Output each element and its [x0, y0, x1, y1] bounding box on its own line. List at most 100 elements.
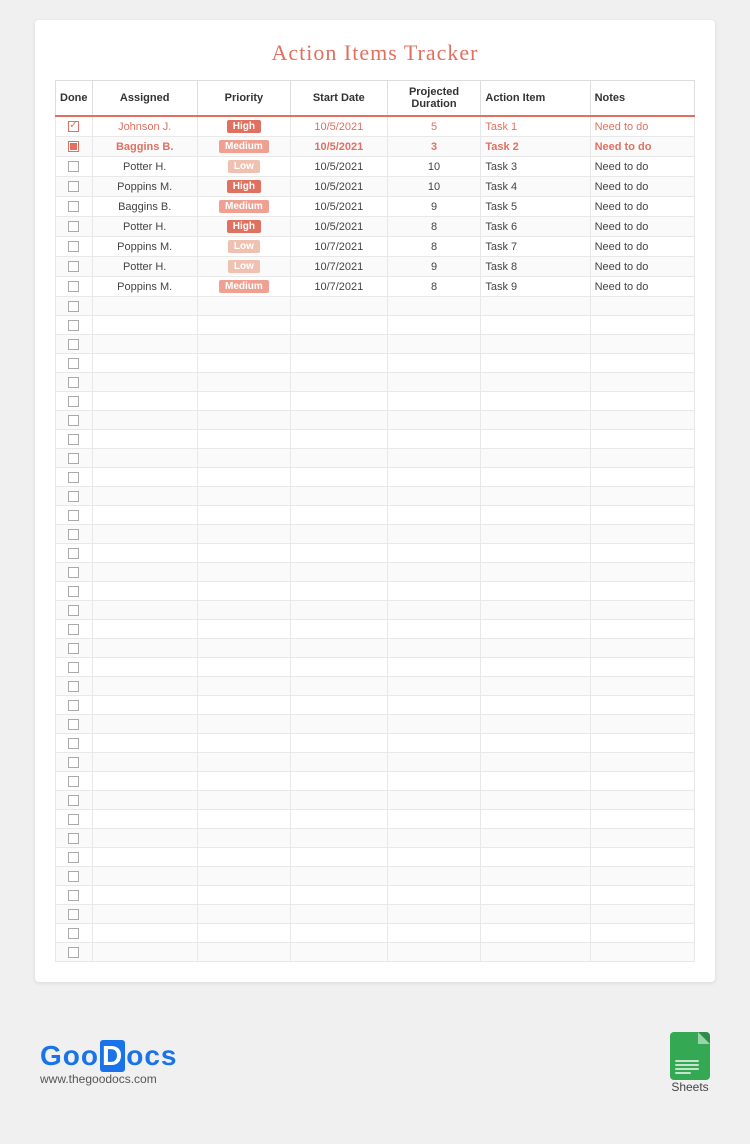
done-cell-empty[interactable] — [56, 468, 93, 487]
done-cell-empty[interactable] — [56, 943, 93, 962]
checkbox-empty[interactable] — [68, 738, 79, 749]
checkbox-empty[interactable] — [68, 776, 79, 787]
checkbox-checked-red[interactable] — [68, 141, 79, 152]
action-items-table: Done Assigned Priority Start Date Projec… — [55, 80, 695, 962]
checkbox-empty[interactable] — [68, 201, 79, 212]
checkbox-empty[interactable] — [68, 624, 79, 635]
checkbox-empty[interactable] — [68, 947, 79, 958]
checkbox-empty[interactable] — [68, 320, 79, 331]
checkbox-empty[interactable] — [68, 221, 79, 232]
done-cell-empty[interactable] — [56, 620, 93, 639]
checkbox-empty[interactable] — [68, 396, 79, 407]
done-cell-empty[interactable] — [56, 544, 93, 563]
done-cell-empty[interactable] — [56, 696, 93, 715]
done-cell-empty[interactable] — [56, 430, 93, 449]
checkbox-empty[interactable] — [68, 814, 79, 825]
checkbox-empty[interactable] — [68, 890, 79, 901]
done-cell-empty[interactable] — [56, 601, 93, 620]
checkbox-empty[interactable] — [68, 241, 79, 252]
done-cell[interactable] — [56, 157, 93, 177]
checkbox-empty[interactable] — [68, 281, 79, 292]
done-cell-empty[interactable] — [56, 316, 93, 335]
done-cell-empty[interactable] — [56, 886, 93, 905]
checkbox-empty[interactable] — [68, 795, 79, 806]
priority-cell-empty — [197, 335, 290, 354]
done-cell-empty[interactable] — [56, 924, 93, 943]
checkbox-empty[interactable] — [68, 377, 79, 388]
done-cell[interactable] — [56, 217, 93, 237]
checkbox-empty[interactable] — [68, 358, 79, 369]
done-cell-empty[interactable] — [56, 487, 93, 506]
done-cell-empty[interactable] — [56, 905, 93, 924]
checkbox-empty[interactable] — [68, 301, 79, 312]
done-cell-empty[interactable] — [56, 449, 93, 468]
done-cell[interactable] — [56, 277, 93, 297]
checkbox-empty[interactable] — [68, 434, 79, 445]
done-cell-empty[interactable] — [56, 525, 93, 544]
duration-cell: 8 — [387, 237, 481, 257]
checkbox-empty[interactable] — [68, 871, 79, 882]
done-cell-empty[interactable] — [56, 506, 93, 525]
checkbox-empty[interactable] — [68, 833, 79, 844]
done-cell-empty[interactable] — [56, 392, 93, 411]
checkbox-checked[interactable] — [68, 121, 79, 132]
checkbox-empty[interactable] — [68, 586, 79, 597]
done-cell-empty[interactable] — [56, 563, 93, 582]
done-cell-empty[interactable] — [56, 297, 93, 316]
checkbox-empty[interactable] — [68, 181, 79, 192]
done-cell-empty[interactable] — [56, 829, 93, 848]
checkbox-empty[interactable] — [68, 567, 79, 578]
assigned-cell-empty — [92, 487, 197, 506]
sheets-lines — [675, 1060, 699, 1074]
done-cell[interactable] — [56, 137, 93, 157]
done-cell-empty[interactable] — [56, 848, 93, 867]
done-cell[interactable] — [56, 237, 93, 257]
done-cell-empty[interactable] — [56, 335, 93, 354]
notes-cell-empty — [590, 639, 694, 658]
checkbox-empty[interactable] — [68, 161, 79, 172]
checkbox-empty[interactable] — [68, 472, 79, 483]
done-cell[interactable] — [56, 257, 93, 277]
start-date-cell: 10/7/2021 — [291, 237, 388, 257]
assigned-cell-empty — [92, 354, 197, 373]
done-cell-empty[interactable] — [56, 411, 93, 430]
checkbox-empty[interactable] — [68, 339, 79, 350]
action-item-cell-empty — [481, 639, 590, 658]
done-cell-empty[interactable] — [56, 354, 93, 373]
checkbox-empty[interactable] — [68, 548, 79, 559]
priority-cell-empty — [197, 867, 290, 886]
checkbox-empty[interactable] — [68, 757, 79, 768]
done-cell-empty[interactable] — [56, 772, 93, 791]
done-cell[interactable] — [56, 197, 93, 217]
done-cell-empty[interactable] — [56, 753, 93, 772]
checkbox-empty[interactable] — [68, 261, 79, 272]
checkbox-empty[interactable] — [68, 491, 79, 502]
checkbox-empty[interactable] — [68, 852, 79, 863]
checkbox-empty[interactable] — [68, 605, 79, 616]
done-cell-empty[interactable] — [56, 582, 93, 601]
done-cell-empty[interactable] — [56, 715, 93, 734]
done-cell-empty[interactable] — [56, 734, 93, 753]
done-cell-empty[interactable] — [56, 791, 93, 810]
done-cell-empty[interactable] — [56, 677, 93, 696]
checkbox-empty[interactable] — [68, 719, 79, 730]
checkbox-empty[interactable] — [68, 662, 79, 673]
done-cell[interactable] — [56, 116, 93, 137]
checkbox-empty[interactable] — [68, 909, 79, 920]
done-cell-empty[interactable] — [56, 810, 93, 829]
done-cell[interactable] — [56, 177, 93, 197]
checkbox-empty[interactable] — [68, 529, 79, 540]
done-cell-empty[interactable] — [56, 658, 93, 677]
done-cell-empty[interactable] — [56, 867, 93, 886]
checkbox-empty[interactable] — [68, 510, 79, 521]
action-item-cell-empty — [481, 715, 590, 734]
action-item-cell-empty — [481, 791, 590, 810]
checkbox-empty[interactable] — [68, 928, 79, 939]
checkbox-empty[interactable] — [68, 681, 79, 692]
checkbox-empty[interactable] — [68, 700, 79, 711]
checkbox-empty[interactable] — [68, 415, 79, 426]
checkbox-empty[interactable] — [68, 453, 79, 464]
done-cell-empty[interactable] — [56, 639, 93, 658]
done-cell-empty[interactable] — [56, 373, 93, 392]
checkbox-empty[interactable] — [68, 643, 79, 654]
